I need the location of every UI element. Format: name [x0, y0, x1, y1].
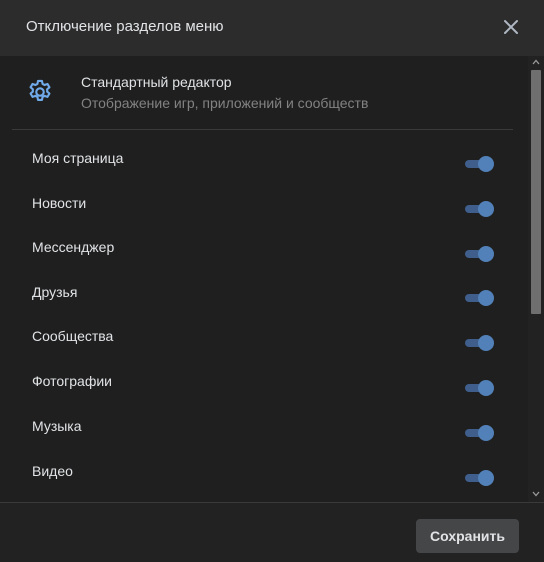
menu-item-video: Видео [0, 463, 528, 502]
menu-sections-dialog: Отключение разделов меню Стандартный ред… [0, 0, 544, 562]
menu-item-label: Фотографии [32, 373, 113, 389]
toggle-news[interactable] [465, 200, 495, 218]
menu-item-music: Музыка [0, 418, 528, 462]
menu-item-label: Новости [32, 195, 87, 211]
menu-item-label: Моя страница [32, 150, 124, 166]
toggle-messenger[interactable] [465, 245, 495, 263]
editor-subtitle: Отображение игр, приложений и сообществ [81, 95, 369, 111]
scrollbar-thumb[interactable] [531, 70, 541, 314]
editor-title: Стандартный редактор [81, 74, 232, 90]
gear-icon [26, 78, 54, 106]
close-icon [504, 20, 518, 34]
dialog-title: Отключение разделов меню [26, 18, 224, 35]
scroll-down-arrow-icon[interactable] [532, 491, 540, 497]
menu-item-label: Музыка [32, 418, 82, 434]
scroll-up-arrow-icon[interactable] [532, 59, 540, 65]
scrollbar[interactable] [528, 56, 544, 502]
toggle-communities[interactable] [465, 334, 495, 352]
menu-item-news: Новости [0, 195, 528, 239]
dialog-footer: Сохранить [0, 502, 544, 562]
save-button[interactable]: Сохранить [416, 519, 519, 553]
menu-item-messenger: Мессенджер [0, 239, 528, 283]
toggle-video[interactable] [465, 469, 495, 487]
divider [12, 129, 513, 130]
dialog-header: Отключение разделов меню [0, 0, 544, 56]
toggle-my-page[interactable] [465, 155, 495, 173]
dialog-content: Стандартный редактор Отображение игр, пр… [0, 56, 528, 502]
menu-item-communities: Сообщества [0, 328, 528, 372]
toggle-friends[interactable] [465, 289, 495, 307]
menu-item-label: Видео [32, 463, 73, 479]
menu-item-photos: Фотографии [0, 373, 528, 417]
close-button[interactable] [498, 14, 524, 40]
toggle-photos[interactable] [465, 379, 495, 397]
menu-item-my-page: Моя страница [0, 150, 528, 194]
toggle-music[interactable] [465, 424, 495, 442]
menu-item-label: Мессенджер [32, 239, 115, 255]
standard-editor-option[interactable]: Стандартный редактор Отображение игр, пр… [0, 56, 528, 128]
menu-item-friends: Друзья [0, 284, 528, 328]
menu-item-label: Друзья [32, 284, 78, 300]
menu-item-label: Сообщества [32, 328, 114, 344]
